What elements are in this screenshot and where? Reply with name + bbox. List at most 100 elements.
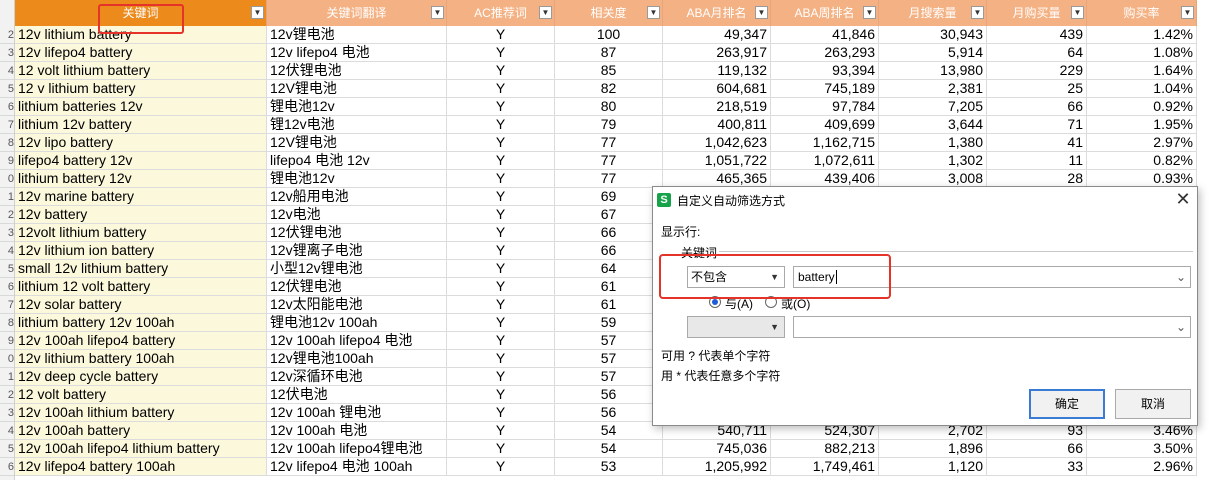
table-cell[interactable]: 1.04% [1087,80,1197,98]
table-cell[interactable]: Y [447,44,555,62]
row-number[interactable]: 2 [0,386,14,404]
table-cell[interactable]: 64 [555,260,663,278]
table-cell[interactable]: 218,519 [663,98,771,116]
row-number[interactable]: 5 [0,80,14,98]
table-cell[interactable]: Y [447,98,555,116]
table-cell[interactable]: Y [447,206,555,224]
column-header[interactable]: 相关度 ▼ [555,0,663,26]
table-cell[interactable]: 61 [555,296,663,314]
table-cell[interactable]: 93,394 [771,62,879,80]
table-cell[interactable]: lithium 12v battery [15,116,267,134]
row-number[interactable]: 3 [0,224,14,242]
table-cell[interactable]: 409,699 [771,116,879,134]
table-cell[interactable]: 56 [555,386,663,404]
table-cell[interactable]: 1,042,623 [663,134,771,152]
table-cell[interactable]: 12v锂电池 [267,26,447,44]
table-cell[interactable]: 57 [555,350,663,368]
cancel-button[interactable]: 取消 [1115,389,1191,419]
table-cell[interactable]: 61 [555,278,663,296]
table-cell[interactable]: 604,681 [663,80,771,98]
row-number[interactable]: 9 [0,152,14,170]
table-cell[interactable]: 1.64% [1087,62,1197,80]
table-cell[interactable]: 745,189 [771,80,879,98]
table-cell[interactable]: Y [447,404,555,422]
table-cell[interactable]: 87 [555,44,663,62]
table-cell[interactable]: 59 [555,314,663,332]
row-number[interactable]: 4 [0,422,14,440]
row-number[interactable]: 7 [0,116,14,134]
row-number[interactable]: 5 [0,440,14,458]
table-cell[interactable]: 锂电池12v 100ah [267,314,447,332]
filter-dropdown-icon[interactable]: ▼ [1181,6,1194,19]
table-cell[interactable]: 12v 100ah lifepo4锂电池 [267,440,447,458]
column-header[interactable]: AC推荐词 ▼ [447,0,555,26]
column-header[interactable]: 月购买量 ▼ [987,0,1087,26]
row-number[interactable]: 5 [0,260,14,278]
row-number[interactable]: 7 [0,296,14,314]
table-cell[interactable]: 882,213 [771,440,879,458]
table-cell[interactable]: 12v深循环电池 [267,368,447,386]
table-cell[interactable]: 锂12v电池 [267,116,447,134]
table-cell[interactable]: 2.96% [1087,458,1197,476]
table-cell[interactable]: 12v锂离子电池 [267,242,447,260]
filter-dropdown-icon[interactable]: ▼ [431,6,444,19]
table-cell[interactable]: 12v lithium ion battery [15,242,267,260]
table-cell[interactable]: lithium 12 volt battery [15,278,267,296]
close-icon[interactable]: ✕ [1173,189,1193,209]
table-cell[interactable]: 1,302 [879,152,987,170]
table-cell[interactable]: 41,846 [771,26,879,44]
table-cell[interactable]: 64 [987,44,1087,62]
table-cell[interactable]: 56 [555,404,663,422]
table-cell[interactable]: Y [447,260,555,278]
filter-dropdown-icon[interactable]: ▼ [863,6,876,19]
table-cell[interactable]: 12v lifepo4 battery [15,44,267,62]
table-cell[interactable]: 1,051,722 [663,152,771,170]
table-cell[interactable]: 12v lifepo4 电池 100ah [267,458,447,476]
table-cell[interactable]: 77 [555,134,663,152]
filter-dropdown-icon[interactable]: ▼ [1071,6,1084,19]
row-number[interactable]: 2 [0,26,14,44]
table-cell[interactable]: 12v船用电池 [267,188,447,206]
table-cell[interactable]: Y [447,134,555,152]
table-cell[interactable]: 1,120 [879,458,987,476]
table-cell[interactable]: lifepo4 电池 12v [267,152,447,170]
table-cell[interactable]: Y [447,368,555,386]
filter-dropdown-icon[interactable]: ▼ [647,6,660,19]
table-cell[interactable]: Y [447,62,555,80]
table-cell[interactable]: 80 [555,98,663,116]
table-cell[interactable]: 66 [987,440,1087,458]
table-cell[interactable]: 12v电池 [267,206,447,224]
value2-combobox[interactable]: ⌄ [793,316,1191,338]
table-cell[interactable]: 82 [555,80,663,98]
table-cell[interactable]: 12v lithium battery 100ah [15,350,267,368]
table-cell[interactable]: 439 [987,26,1087,44]
table-cell[interactable]: 12v lifepo4 battery 100ah [15,458,267,476]
table-cell[interactable]: 41 [987,134,1087,152]
table-cell[interactable]: 67 [555,206,663,224]
table-cell[interactable]: 锂电池12v [267,170,447,188]
table-cell[interactable]: 12 volt battery [15,386,267,404]
table-cell[interactable]: 100 [555,26,663,44]
column-header[interactable]: 关键词翻译 ▼ [267,0,447,26]
table-cell[interactable]: 12 v lithium battery [15,80,267,98]
table-cell[interactable]: 66 [555,242,663,260]
filter-dropdown-icon[interactable]: ▼ [251,6,264,19]
filter-dropdown-icon[interactable]: ▼ [539,6,552,19]
table-cell[interactable]: 745,036 [663,440,771,458]
table-cell[interactable]: 1,380 [879,134,987,152]
table-cell[interactable]: 229 [987,62,1087,80]
table-cell[interactable]: Y [447,278,555,296]
table-cell[interactable]: 1,162,715 [771,134,879,152]
table-cell[interactable]: Y [447,314,555,332]
table-cell[interactable]: 77 [555,152,663,170]
row-number[interactable]: 0 [0,170,14,188]
table-cell[interactable]: 54 [555,422,663,440]
table-cell[interactable]: 54 [555,440,663,458]
table-cell[interactable]: 12v marine battery [15,188,267,206]
row-number[interactable]: 6 [0,458,14,476]
table-cell[interactable]: Y [447,170,555,188]
table-cell[interactable]: lithium battery 12v 100ah [15,314,267,332]
table-cell[interactable]: small 12v lithium battery [15,260,267,278]
table-cell[interactable]: 1.08% [1087,44,1197,62]
table-cell[interactable]: 0.82% [1087,152,1197,170]
